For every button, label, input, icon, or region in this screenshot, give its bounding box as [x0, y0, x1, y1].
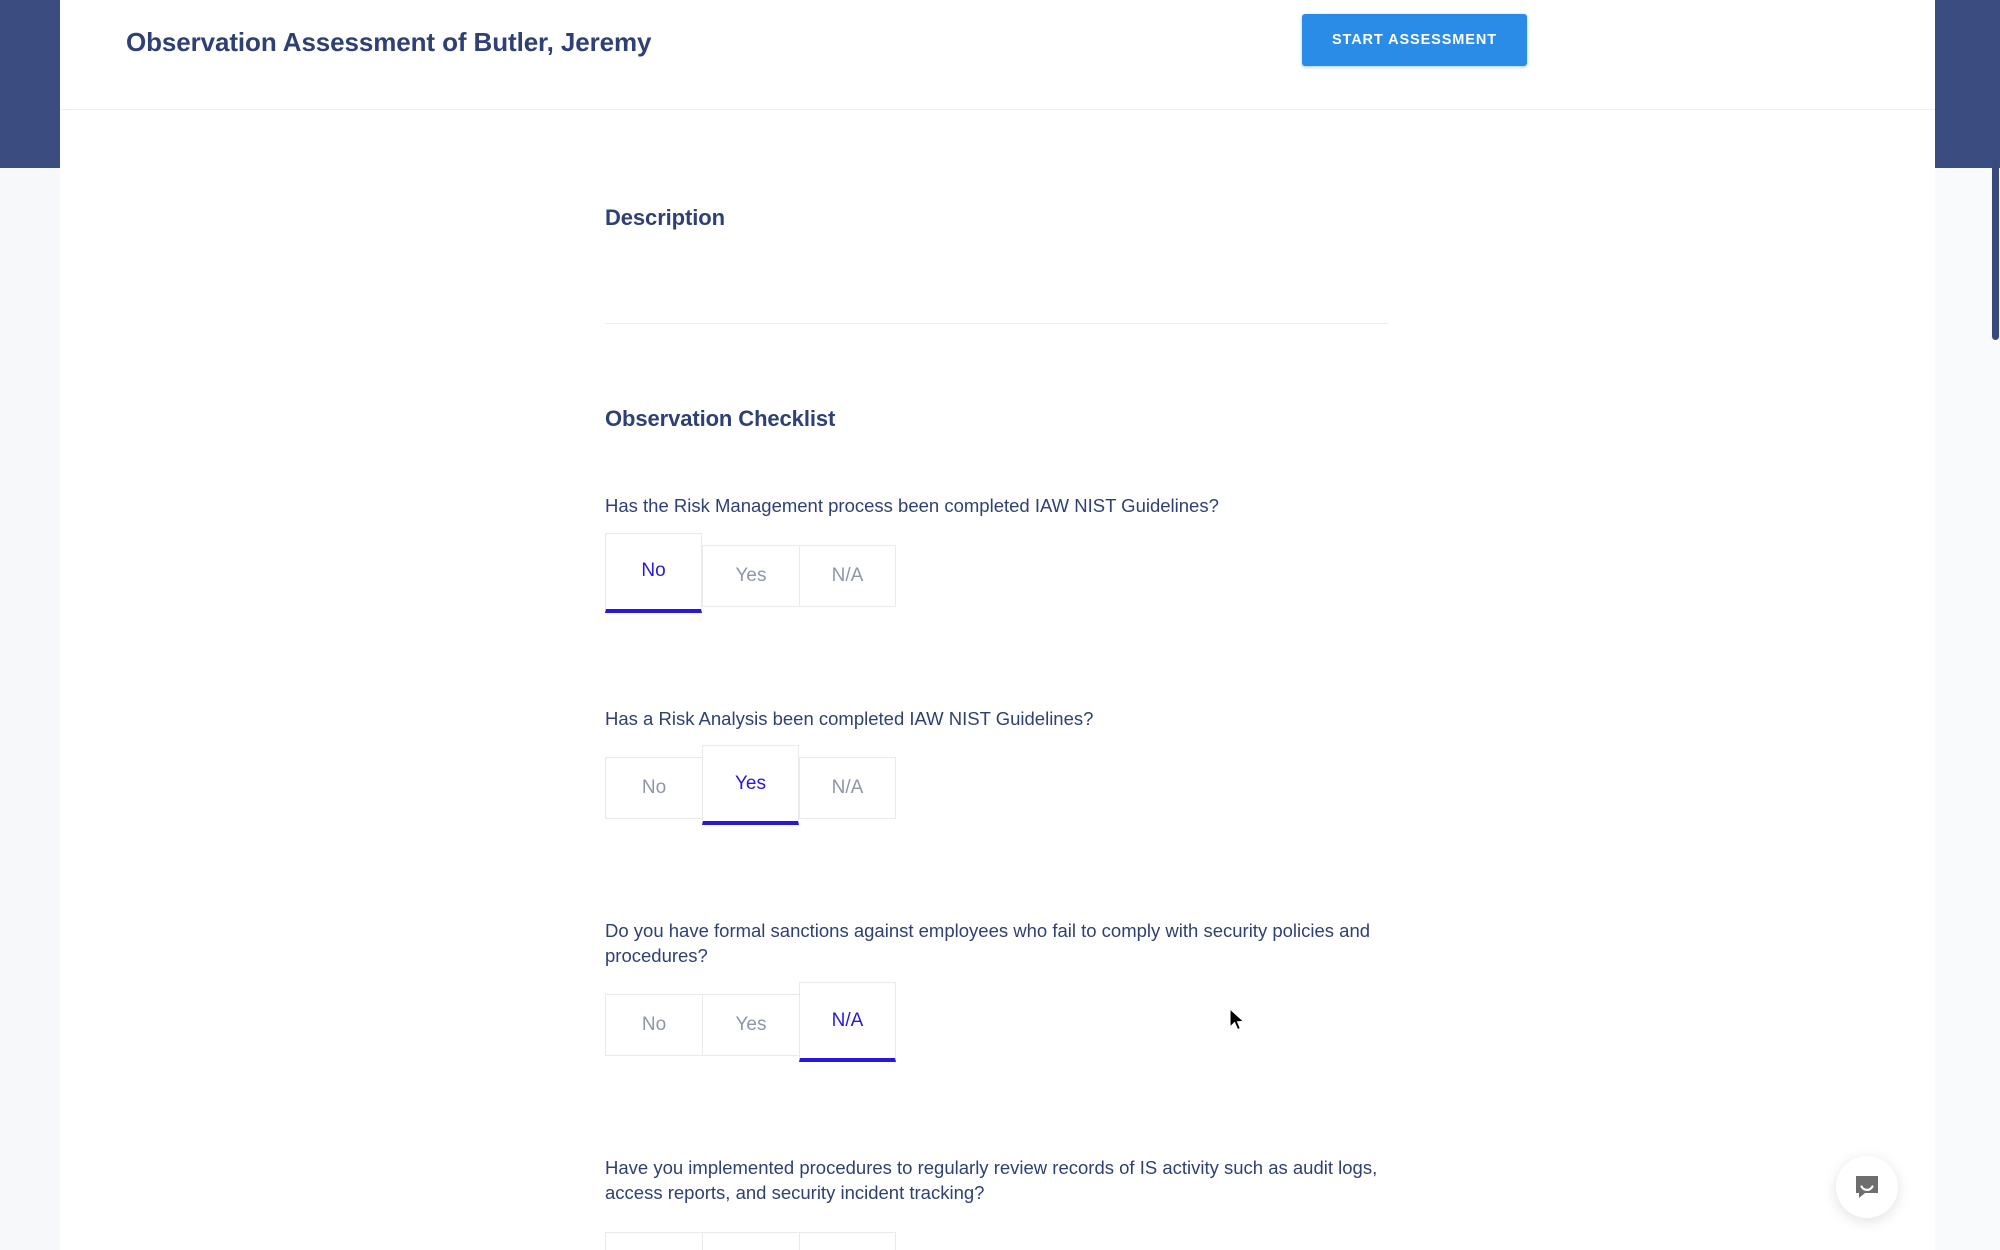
checklist-section: Observation Checklist Has the Risk Manag… — [605, 324, 1390, 1250]
answer-choice-group: NoYesN/A — [605, 1220, 1390, 1250]
scrollbar-thumb[interactable] — [1992, 160, 1999, 340]
question-item: Has a Risk Analysis been completed IAW N… — [605, 707, 1390, 846]
answer-option-na[interactable]: N/A — [799, 757, 896, 820]
answer-option-no[interactable]: No — [605, 1231, 702, 1250]
chat-bubble-icon — [1852, 1172, 1882, 1202]
answer-option-na[interactable]: N/A — [799, 1231, 896, 1250]
question-text: Has the Risk Management process been com… — [605, 495, 1219, 516]
vertical-scrollbar[interactable] — [1990, 0, 2000, 1250]
checklist-heading: Observation Checklist — [605, 406, 836, 431]
answer-option-no[interactable]: No — [605, 532, 702, 613]
answer-choice-group: NoYesN/A — [605, 532, 1390, 633]
description-body — [605, 231, 1390, 323]
chat-launcher-button[interactable] — [1836, 1156, 1898, 1218]
question-text: Have you implemented procedures to regul… — [605, 1157, 1378, 1203]
start-assessment-button[interactable]: START ASSESSMENT — [1301, 14, 1527, 66]
answer-choice-group: NoYesN/A — [605, 982, 1390, 1082]
page-title: Observation Assessment of Butler, Jeremy — [126, 27, 652, 57]
left-sidebar-rail-lower — [0, 168, 60, 1250]
answer-option-yes[interactable]: Yes — [702, 994, 799, 1057]
answer-option-yes[interactable]: Yes — [702, 544, 799, 607]
answer-option-no[interactable]: No — [605, 757, 702, 820]
answer-choice-group: NoYesN/A — [605, 745, 1390, 845]
answer-option-yes[interactable]: Yes — [702, 1231, 799, 1250]
question-item: Do you have formal sanctions against emp… — [605, 919, 1390, 1082]
answer-option-no[interactable]: No — [605, 994, 702, 1057]
left-sidebar-rail — [0, 0, 60, 168]
question-text: Has a Risk Analysis been completed IAW N… — [605, 707, 1094, 729]
question-item: Have you implemented procedures to regul… — [605, 1156, 1390, 1250]
description-section: Description — [605, 110, 1390, 324]
answer-option-na[interactable]: N/A — [799, 544, 896, 607]
question-list: Has the Risk Management process been com… — [605, 494, 1390, 1250]
main-content: Description Observation Checklist Has th… — [605, 110, 1390, 1250]
question-item: Has the Risk Management process been com… — [605, 494, 1390, 633]
question-text: Do you have formal sanctions against emp… — [605, 920, 1371, 966]
page-header: Observation Assessment of Butler, Jeremy… — [60, 0, 1935, 110]
description-heading: Description — [605, 205, 725, 230]
app-container: Observation Assessment of Butler, Jeremy… — [60, 0, 1935, 1250]
answer-option-yes[interactable]: Yes — [702, 745, 799, 826]
answer-option-na[interactable]: N/A — [799, 982, 896, 1063]
